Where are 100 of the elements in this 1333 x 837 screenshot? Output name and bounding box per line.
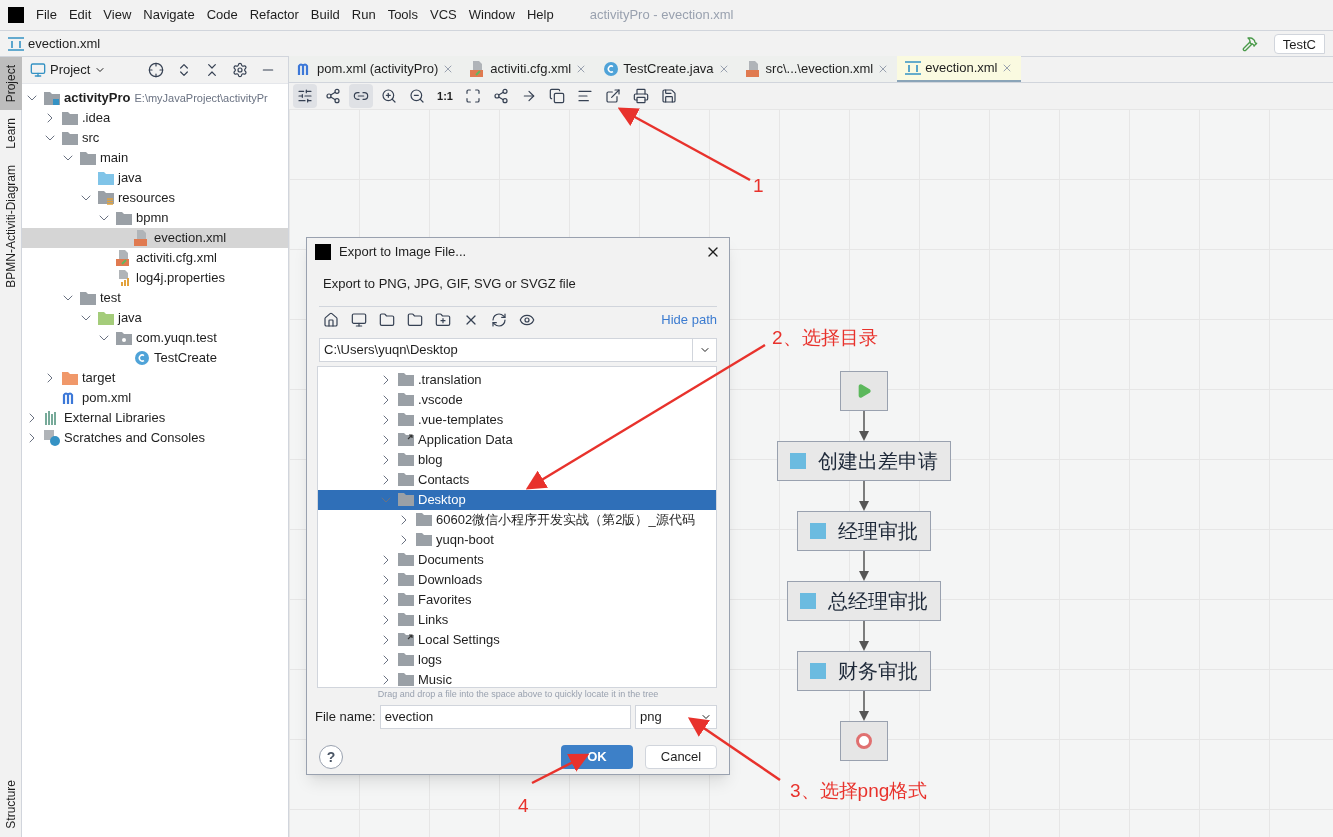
tree-item[interactable]: target <box>22 368 288 388</box>
folder-item[interactable]: Links <box>318 609 716 630</box>
folder-icon <box>398 393 414 406</box>
folder-item[interactable]: Application Data <box>318 429 716 450</box>
menu-item[interactable]: VCS <box>430 5 457 25</box>
editor-tab[interactable]: TestCreate.java <box>595 56 738 82</box>
folder-icon <box>398 473 414 486</box>
app-logo-icon <box>8 7 24 23</box>
folder-icon <box>416 513 432 526</box>
tree-item[interactable]: java <box>22 308 288 328</box>
flow-arrow <box>859 411 869 441</box>
folder-item[interactable]: 60602微信小程序开发实战（第2版）_源代码 <box>318 509 716 530</box>
build-icon[interactable] <box>1241 35 1258 52</box>
folder-label: .vue-templates <box>418 410 504 429</box>
menu-item[interactable]: Refactor <box>249 5 299 25</box>
folder-icon <box>116 211 132 225</box>
menu-item[interactable]: Build <box>310 5 340 25</box>
tree-item[interactable]: .idea <box>22 108 288 128</box>
tree-item[interactable]: External Libraries <box>22 408 288 428</box>
tab-label: TestCreate.java <box>623 60 714 79</box>
properties-icon[interactable] <box>293 84 317 108</box>
editor-tab[interactable]: activiti.cfg.xml <box>462 56 596 82</box>
menu-item[interactable]: Code <box>206 5 238 25</box>
folder-icon <box>398 493 414 506</box>
tree-item[interactable]: log4j.properties <box>22 268 288 288</box>
link-icon[interactable] <box>349 84 373 108</box>
folder-icon <box>98 171 114 185</box>
folder-label: .translation <box>418 370 482 389</box>
folder-icon <box>116 331 132 345</box>
folder-icon <box>80 291 96 305</box>
dialog-title: Export to Image File... <box>339 243 467 262</box>
tree-item-label: com.yuqn.test <box>136 329 217 348</box>
menu-item[interactable]: View <box>103 5 132 25</box>
hide-path-link[interactable]: Hide path <box>661 310 717 330</box>
folder-item[interactable]: blog <box>318 449 716 470</box>
folder-label: blog <box>418 450 443 469</box>
tree-item-label: Scratches and Consoles <box>64 429 205 448</box>
path-field[interactable]: C:\Users\yuqn\Desktop <box>319 337 717 362</box>
folder-item[interactable]: Desktop <box>318 489 716 510</box>
tree-item[interactable]: src <box>22 128 288 148</box>
folder-item[interactable]: Documents <box>318 549 716 570</box>
editor-tab[interactable]: pom.xml (activityPro) <box>289 56 463 82</box>
folder-item[interactable]: .translation <box>318 369 716 390</box>
folder-icon <box>62 371 78 385</box>
menu-item[interactable]: Navigate <box>143 5 195 25</box>
menu-item[interactable]: Tools <box>387 5 418 25</box>
tree-item-label: java <box>118 169 142 188</box>
file-name-field[interactable]: evection <box>379 705 631 729</box>
editor-tab[interactable]: src\...\evection.xml <box>737 56 898 82</box>
end-event <box>840 721 888 761</box>
tool-window-tab[interactable]: Learn <box>0 110 22 158</box>
folder-item[interactable]: Favorites <box>318 589 716 610</box>
xml-file-icon <box>745 61 762 77</box>
folder-item[interactable]: .vscode <box>318 389 716 410</box>
tree-item[interactable]: TestCreate <box>22 348 288 368</box>
folder-item[interactable]: logs <box>318 649 716 670</box>
menu-item[interactable]: Edit <box>68 5 92 25</box>
folder-item[interactable]: Local Settings <box>318 629 716 650</box>
folder-item[interactable]: yuqn-boot <box>318 529 716 550</box>
run-configuration-dropdown[interactable]: TestC <box>1273 33 1325 54</box>
tree-item[interactable]: java <box>22 168 288 188</box>
tree-item-label: src <box>82 129 100 148</box>
folder-item[interactable]: Contacts <box>318 469 716 490</box>
editor-tab[interactable]: evection.xml <box>897 56 1022 82</box>
project-view-dropdown[interactable]: Project <box>50 60 107 80</box>
tree-item[interactable]: activityPro E:\myJavaProject\activityPr <box>22 88 288 108</box>
flow-arrow <box>859 481 869 511</box>
tree-item[interactable]: evection.xml <box>22 228 288 248</box>
cancel-button[interactable]: Cancel <box>645 745 717 769</box>
folder-link-icon <box>398 633 414 646</box>
format-dropdown[interactable]: png <box>635 705 717 729</box>
folder-item[interactable]: Music <box>318 669 716 687</box>
tree-item[interactable]: resources <box>22 188 288 208</box>
tree-item[interactable]: main <box>22 148 288 168</box>
tree-item[interactable]: com.yuqn.test <box>22 328 288 348</box>
help-button[interactable]: ? <box>319 745 343 769</box>
menu-item[interactable]: File <box>36 5 57 25</box>
actual-size-button[interactable]: 1:1 <box>433 84 457 108</box>
tree-item[interactable]: pom.xml <box>22 388 288 408</box>
menu-item[interactable]: Help <box>526 5 554 25</box>
folder-item[interactable]: Downloads <box>318 569 716 590</box>
menu-item[interactable]: Window <box>468 5 515 25</box>
tree-item[interactable]: test <box>22 288 288 308</box>
folder-icon <box>398 573 414 586</box>
folder-icon <box>416 533 432 546</box>
folder-item[interactable]: .vue-templates <box>318 409 716 430</box>
tool-window-tab[interactable]: Structure <box>0 772 22 837</box>
folder-label: Local Settings <box>418 630 500 649</box>
menu-item[interactable]: Run <box>351 5 376 25</box>
tree-item[interactable]: bpmn <box>22 208 288 228</box>
folder-label: Downloads <box>418 570 483 589</box>
folder-label: .vscode <box>418 390 463 409</box>
tree-item-label: TestCreate <box>154 349 217 368</box>
tool-window-tab[interactable]: Project <box>0 57 22 111</box>
tool-window-tab[interactable]: BPMN-Activiti-Diagram <box>0 157 22 296</box>
tab-label: pom.xml (activityPro) <box>317 60 439 79</box>
folder-icon <box>398 653 414 666</box>
tree-item-label: java <box>118 309 142 328</box>
tree-item[interactable]: Scratches and Consoles <box>22 428 288 448</box>
tree-item[interactable]: activiti.cfg.xml <box>22 248 288 268</box>
